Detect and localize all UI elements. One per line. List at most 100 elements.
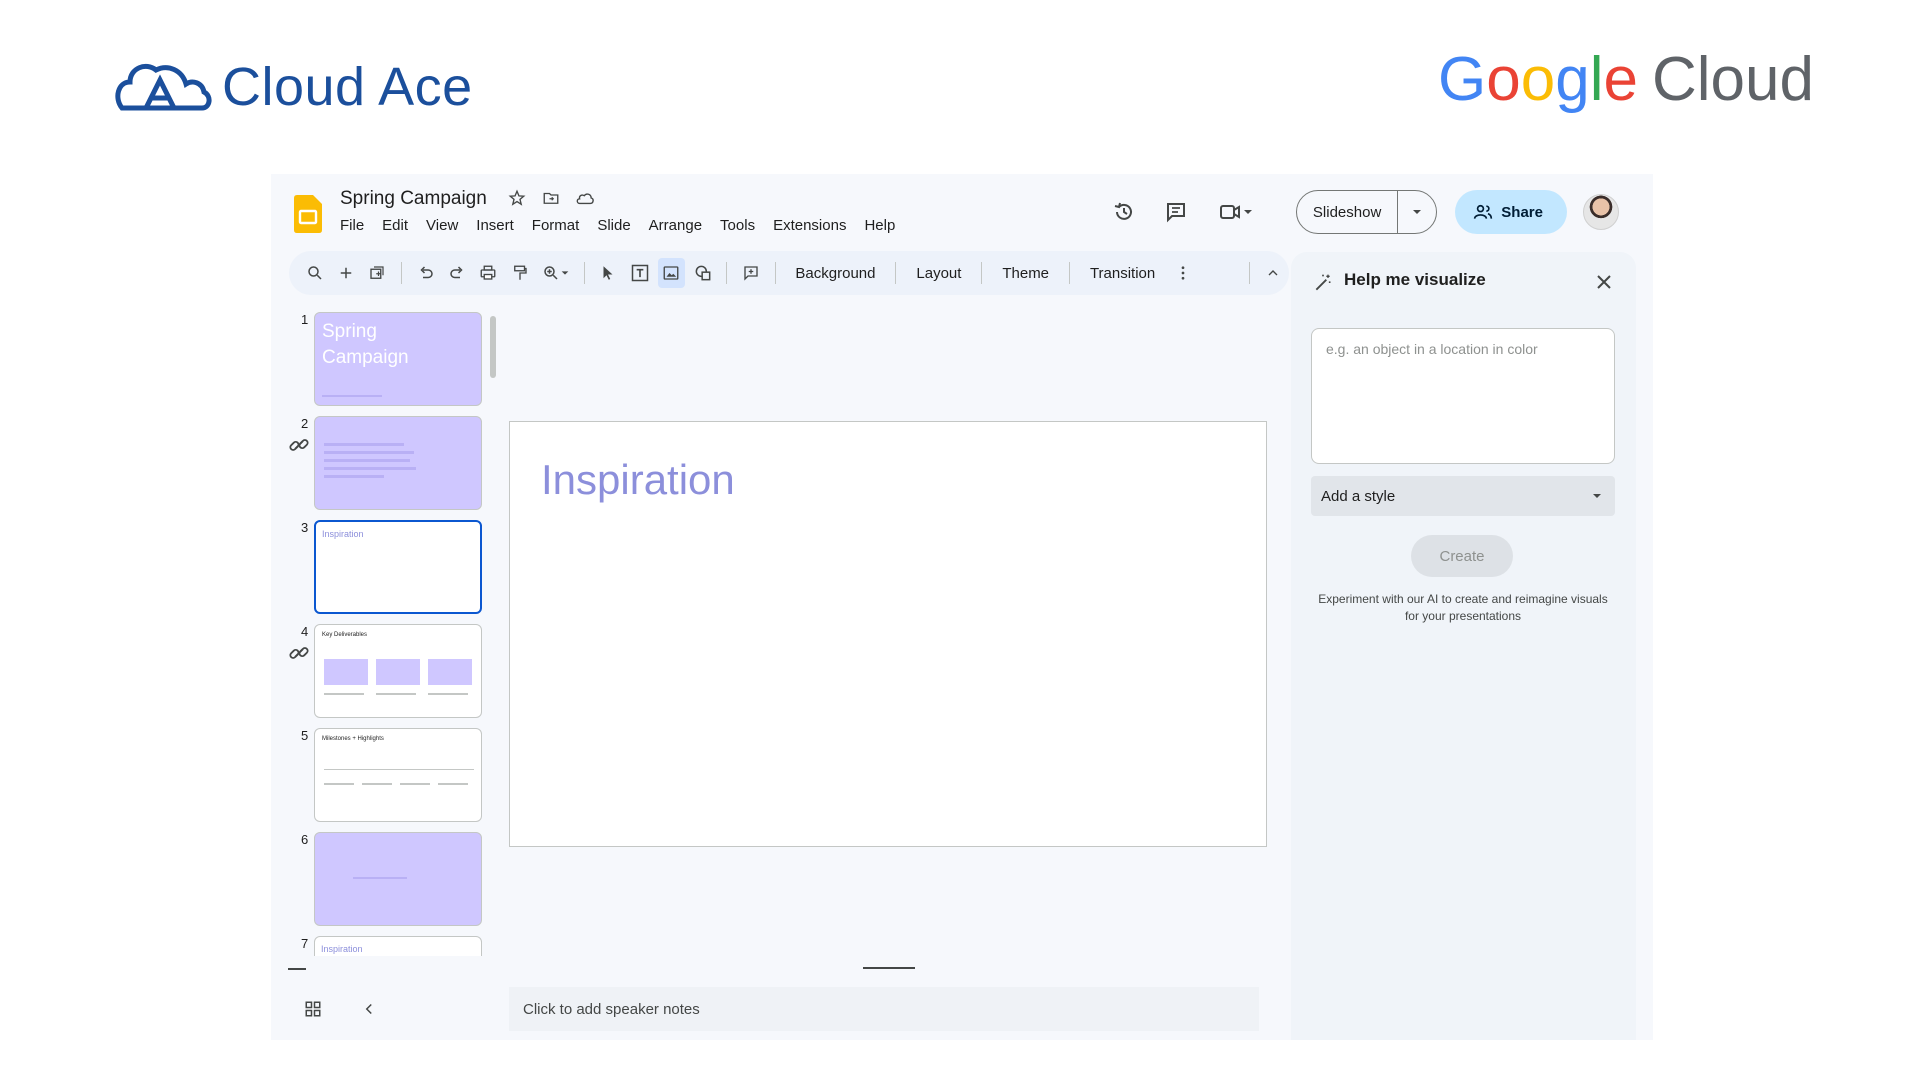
slideshow-button-group: Slideshow bbox=[1295, 190, 1438, 234]
filmstrip-scrollbar[interactable] bbox=[490, 316, 496, 378]
slide-filmstrip[interactable]: 1 Spring Campaign 2 3 Inspiration 4 Key … bbox=[271, 306, 507, 956]
close-icon[interactable] bbox=[1592, 270, 1616, 294]
toolbar-divider bbox=[726, 262, 728, 284]
background-button[interactable]: Background bbox=[783, 258, 887, 288]
grid-view-icon[interactable] bbox=[304, 1000, 322, 1018]
thumb-box bbox=[376, 659, 420, 685]
cloud-ace-cloud-icon bbox=[115, 64, 212, 111]
menu-arrange[interactable]: Arrange bbox=[649, 217, 702, 234]
undo-icon[interactable] bbox=[412, 258, 439, 288]
slide-number: 3 bbox=[301, 520, 309, 535]
document-title[interactable]: Spring Campaign bbox=[340, 188, 487, 210]
menu-format[interactable]: Format bbox=[532, 217, 580, 234]
title-actions bbox=[507, 188, 595, 208]
menu-file[interactable]: File bbox=[340, 217, 364, 234]
thumb-line bbox=[324, 769, 474, 770]
toolbar-divider bbox=[895, 262, 897, 284]
slide-thumbnail-3[interactable]: Inspiration bbox=[314, 520, 482, 614]
menu-slide[interactable]: Slide bbox=[597, 217, 630, 234]
menu-extensions[interactable]: Extensions bbox=[773, 217, 846, 234]
wand-icon bbox=[1315, 274, 1331, 291]
slide-thumbnail-7[interactable]: Inspiration bbox=[314, 936, 482, 956]
toolbar-divider bbox=[401, 262, 402, 284]
cursor-icon[interactable] bbox=[595, 258, 622, 288]
image-icon[interactable] bbox=[657, 258, 685, 288]
google-letter: l bbox=[1589, 44, 1604, 114]
zoom-icon[interactable] bbox=[537, 258, 573, 288]
theme-button[interactable]: Theme bbox=[990, 258, 1061, 288]
slide-number: 4 bbox=[301, 624, 309, 639]
link-icon[interactable] bbox=[288, 434, 310, 456]
move-folder-icon[interactable] bbox=[541, 188, 561, 208]
chevron-up-icon[interactable] bbox=[1260, 258, 1287, 288]
toolbar-divider bbox=[583, 262, 585, 284]
thumb-box bbox=[324, 659, 368, 685]
google-cloud-word: Cloud bbox=[1652, 44, 1814, 114]
main-toolbar: Background Layout Theme Transition bbox=[289, 251, 1289, 295]
new-slide-icon[interactable] bbox=[364, 258, 391, 288]
thumb-line bbox=[362, 783, 392, 785]
comment-icon[interactable] bbox=[1156, 192, 1196, 232]
slideshow-button[interactable]: Slideshow bbox=[1297, 191, 1399, 233]
thumb-line bbox=[428, 693, 468, 695]
google-letter: o bbox=[1520, 44, 1556, 114]
search-icon[interactable] bbox=[301, 258, 328, 288]
slide-title[interactable]: Inspiration bbox=[541, 456, 735, 504]
prompt-input[interactable] bbox=[1311, 328, 1615, 464]
notes-resize-handle[interactable] bbox=[863, 967, 915, 969]
google-letter: o bbox=[1486, 44, 1521, 114]
caret-down-icon bbox=[1413, 210, 1422, 214]
slide-number: 6 bbox=[301, 832, 309, 847]
text-box-icon[interactable] bbox=[626, 258, 653, 288]
slides-logo-icon[interactable] bbox=[294, 195, 322, 233]
redo-icon[interactable] bbox=[443, 258, 470, 288]
toolbar-divider bbox=[774, 262, 776, 284]
menu-tools[interactable]: Tools bbox=[720, 217, 755, 234]
comment-add-icon[interactable] bbox=[737, 258, 764, 288]
avatar[interactable] bbox=[1583, 194, 1619, 230]
thumb-line bbox=[376, 693, 416, 695]
thumb-line bbox=[353, 877, 407, 879]
more-vert-icon[interactable] bbox=[1169, 258, 1196, 288]
speaker-notes[interactable]: Click to add speaker notes bbox=[509, 987, 1259, 1031]
slide-thumbnail-6[interactable] bbox=[314, 832, 482, 926]
menu-edit[interactable]: Edit bbox=[382, 217, 408, 234]
transition-button[interactable]: Transition bbox=[1078, 258, 1167, 288]
shape-icon[interactable] bbox=[689, 258, 716, 288]
share-label: Share bbox=[1501, 203, 1543, 221]
slide-thumbnail-1[interactable]: Spring Campaign bbox=[314, 312, 482, 406]
print-icon[interactable] bbox=[475, 258, 502, 288]
add-icon[interactable] bbox=[332, 258, 359, 288]
thumb-line bbox=[400, 783, 430, 785]
google-cloud-logo: Google Cloud bbox=[1438, 44, 1814, 114]
google-letter: g bbox=[1555, 44, 1590, 114]
meet-camera-icon[interactable] bbox=[1208, 192, 1264, 232]
style-dropdown-label: Add a style bbox=[1321, 487, 1396, 505]
menu-view[interactable]: View bbox=[426, 217, 458, 234]
layout-button[interactable]: Layout bbox=[904, 258, 973, 288]
filmstrip-bottom-divider bbox=[288, 968, 306, 970]
slide-thumbnail-5[interactable]: Milestones + Highlights bbox=[314, 728, 482, 822]
chevron-left-icon[interactable] bbox=[360, 1000, 378, 1018]
menu-help[interactable]: Help bbox=[864, 217, 895, 234]
toolbar-divider bbox=[1069, 262, 1070, 284]
history-icon[interactable] bbox=[1104, 192, 1144, 232]
cloud-ace-logo: Cloud Ace bbox=[110, 52, 510, 122]
slideshow-options-button[interactable] bbox=[1398, 191, 1436, 233]
slide-canvas[interactable]: Inspiration bbox=[509, 421, 1267, 847]
menu-insert[interactable]: Insert bbox=[476, 217, 514, 234]
caret-down-icon bbox=[1243, 210, 1252, 214]
cloud-saved-icon[interactable] bbox=[575, 188, 595, 208]
share-button[interactable]: Share bbox=[1455, 190, 1567, 234]
thumb-line bbox=[324, 693, 364, 695]
thumb-title: Key Deliverables bbox=[322, 632, 368, 638]
slide-number: 2 bbox=[301, 416, 309, 431]
create-button[interactable]: Create bbox=[1411, 535, 1513, 577]
slide-thumbnail-2[interactable] bbox=[314, 416, 482, 510]
slide-thumbnail-4[interactable]: Key Deliverables bbox=[314, 624, 482, 718]
star-icon[interactable] bbox=[507, 188, 527, 208]
style-dropdown[interactable]: Add a style bbox=[1311, 476, 1615, 516]
thumb-line bbox=[324, 783, 354, 785]
paint-format-icon[interactable] bbox=[506, 258, 533, 288]
link-icon[interactable] bbox=[288, 642, 310, 664]
